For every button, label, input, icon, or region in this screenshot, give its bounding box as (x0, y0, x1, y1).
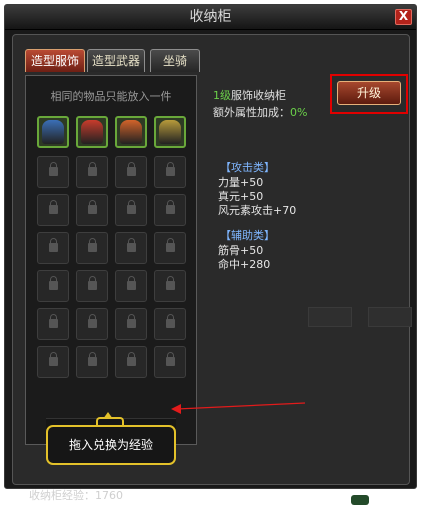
storage-cabinet-window: 收纳柜 X 造型服饰 造型武器 坐骑 相同的物品只能放入一件 1级服饰收纳柜 额… (4, 4, 417, 505)
arrow-head (171, 404, 181, 414)
arrow-line (176, 402, 306, 410)
exp-label: 收纳柜经验： (29, 489, 95, 502)
annotation-arrow (171, 402, 306, 414)
exp-value: 1760 (95, 489, 123, 502)
corner-decoration (351, 495, 369, 505)
